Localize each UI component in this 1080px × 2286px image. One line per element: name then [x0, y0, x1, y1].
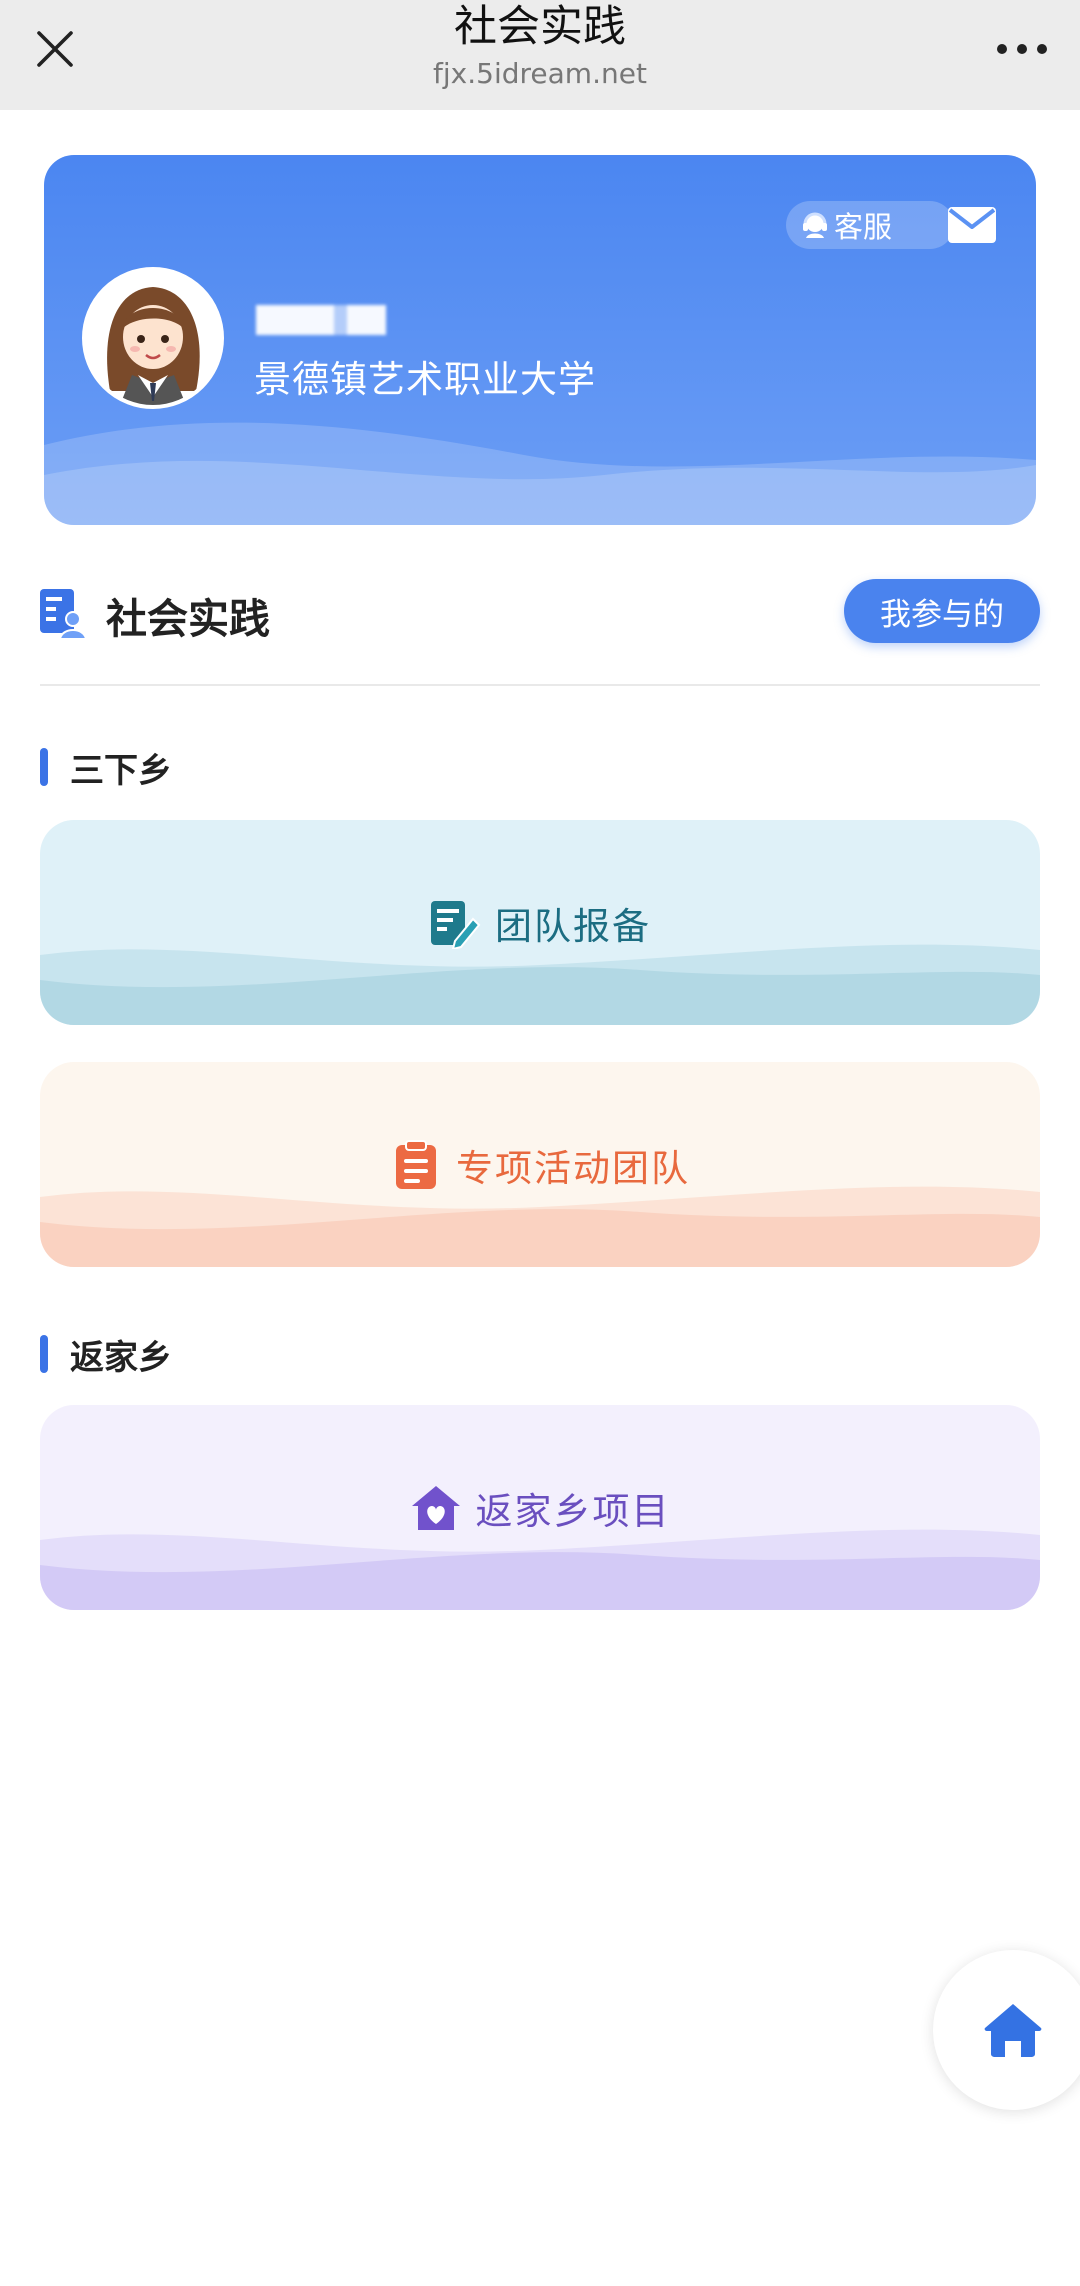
group-accent-bar	[40, 1335, 48, 1373]
page-title: 社会实践	[454, 2, 626, 52]
browser-topbar: 社会实践 fjx.5idream.net	[0, 0, 1080, 110]
more-button[interactable]	[986, 16, 1058, 82]
home-button[interactable]	[933, 1950, 1080, 2110]
clipboard-icon	[396, 1139, 436, 1189]
group-label-text: 三下乡	[70, 750, 172, 791]
home-heart-icon	[411, 1485, 460, 1530]
special-activity-label: 专项活动团队	[456, 1146, 690, 1190]
group-label-fanjiaxiang: 返家乡	[40, 1332, 172, 1378]
avatar[interactable]	[82, 267, 224, 409]
group-label-text: 返家乡	[70, 1337, 172, 1378]
title-block: 社会实践 fjx.5idream.net	[240, 0, 840, 91]
profile-card: 客服 景德镇艺术职业大学	[44, 155, 1036, 525]
section-divider	[40, 684, 1040, 686]
team-report-content: 团队报备	[429, 896, 651, 950]
practice-list-icon	[40, 589, 86, 639]
customer-service-label: 客服	[834, 210, 893, 244]
headset-icon	[803, 212, 827, 238]
return-home-label: 返家乡项目	[475, 1489, 671, 1533]
return-home-content: 返家乡项目	[410, 1481, 671, 1535]
school-name: 景德镇艺术职业大学	[254, 358, 596, 401]
close-icon	[37, 31, 73, 67]
username-redacted	[256, 305, 386, 335]
avatar-image	[86, 271, 220, 405]
team-report-card[interactable]: 团队报备	[40, 820, 1040, 1025]
special-activity-team-card[interactable]: 专项活动团队	[40, 1062, 1040, 1267]
page-url: fjx.5idream.net	[433, 57, 647, 90]
group-label-sanxiaxiang: 三下乡	[40, 745, 172, 791]
customer-service-button[interactable]: 客服	[786, 201, 954, 249]
more-dots-icon	[997, 44, 1047, 54]
section-title: 社会实践	[106, 595, 270, 643]
home-icon	[984, 2004, 1042, 2057]
special-activity-content: 专项活动团队	[390, 1138, 690, 1192]
close-button[interactable]	[22, 16, 88, 82]
team-report-label: 团队报备	[495, 904, 651, 948]
edit-document-icon	[431, 900, 481, 949]
group-accent-bar	[40, 748, 48, 786]
mail-icon[interactable]	[946, 205, 998, 245]
profile-waves	[44, 422, 1036, 525]
my-participation-button[interactable]: 我参与的	[844, 579, 1040, 643]
section-header: 社会实践 我参与的	[40, 575, 1040, 651]
return-home-project-card[interactable]: 返家乡项目	[40, 1405, 1040, 1610]
